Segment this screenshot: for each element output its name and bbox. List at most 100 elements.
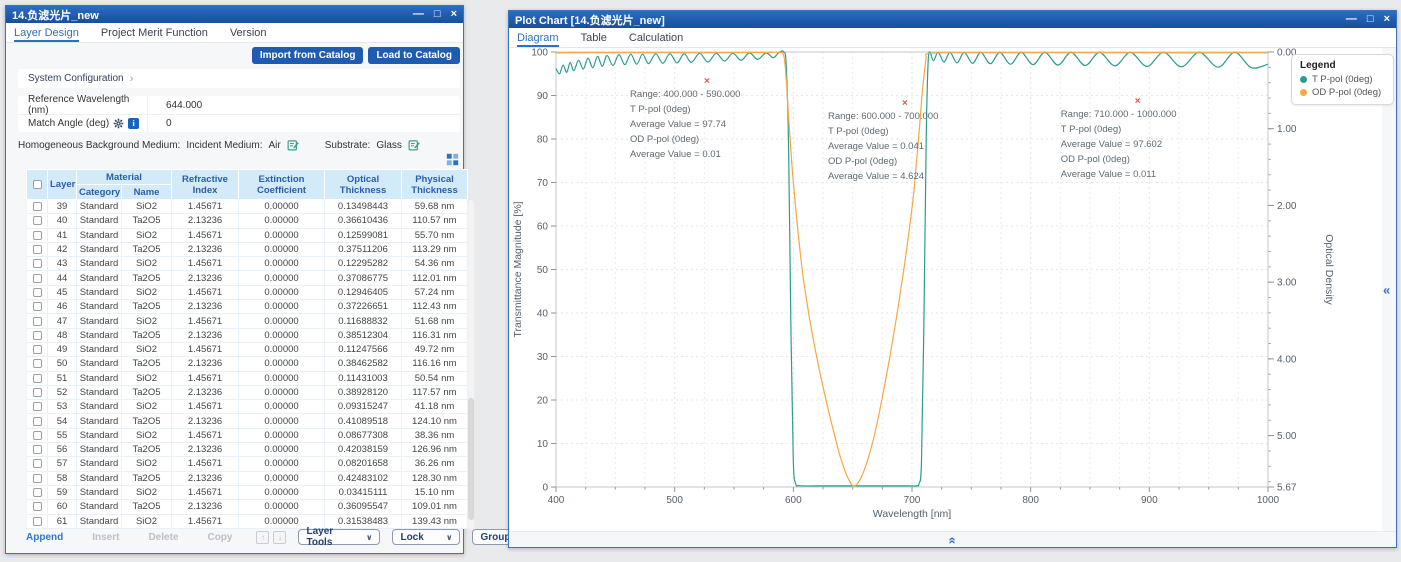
table-row[interactable]: 54StandardTa2O52.132360.000000.410895181… xyxy=(27,414,468,428)
table-cell[interactable]: 54 xyxy=(48,414,77,428)
collapse-panel-left-icon[interactable]: « xyxy=(1383,282,1390,297)
table-cell[interactable]: SiO2 xyxy=(122,257,172,271)
table-cell[interactable]: 112.01 nm xyxy=(402,271,468,285)
table-cell[interactable]: 2.13236 xyxy=(172,214,239,228)
table-row[interactable]: 47StandardSiO21.456710.000000.1168883251… xyxy=(27,314,468,328)
table-row[interactable]: 52StandardTa2O52.132360.000000.389281201… xyxy=(27,385,468,399)
row-checkbox[interactable] xyxy=(33,402,42,411)
maximize-button[interactable]: □ xyxy=(1367,14,1374,25)
edit-substrate-icon[interactable] xyxy=(408,139,420,151)
gear-icon[interactable] xyxy=(113,118,124,129)
row-checkbox[interactable] xyxy=(33,231,42,240)
table-cell[interactable]: 0.00000 xyxy=(239,428,325,442)
table-cell[interactable]: 0.00000 xyxy=(239,200,325,214)
table-cell[interactable]: 0.13498443 xyxy=(325,200,402,214)
table-cell[interactable]: 2.13236 xyxy=(172,271,239,285)
layer-tools-dropdown[interactable]: Layer Tools ∨ xyxy=(298,529,380,545)
table-cell[interactable]: 0.00000 xyxy=(239,314,325,328)
table-row[interactable]: 59StandardSiO21.456710.000000.0341511115… xyxy=(27,485,468,499)
table-cell[interactable]: SiO2 xyxy=(122,428,172,442)
table-cell[interactable]: Standard xyxy=(77,485,122,499)
table-cell[interactable]: Ta2O5 xyxy=(122,271,172,285)
table-cell[interactable]: 0.00000 xyxy=(239,443,325,457)
table-cell[interactable]: 1.45671 xyxy=(172,228,239,242)
table-cell[interactable]: 47 xyxy=(48,314,77,328)
lock-dropdown[interactable]: Lock ∨ xyxy=(392,529,460,545)
table-cell[interactable]: 0.00000 xyxy=(239,242,325,256)
table-cell[interactable]: 0.00000 xyxy=(239,342,325,356)
table-cell[interactable]: 42 xyxy=(48,242,77,256)
table-row[interactable]: 55StandardSiO21.456710.000000.0867730838… xyxy=(27,428,468,442)
table-cell[interactable]: 116.31 nm xyxy=(402,328,468,342)
table-cell[interactable]: 41.18 nm xyxy=(402,400,468,414)
table-cell[interactable]: 1.45671 xyxy=(172,342,239,356)
table-cell[interactable]: 49 xyxy=(48,342,77,356)
table-cell[interactable]: 54.36 nm xyxy=(402,257,468,271)
row-checkbox[interactable] xyxy=(33,202,42,211)
collapse-panel-up-icon[interactable]: « xyxy=(945,537,960,544)
table-row[interactable]: 41StandardSiO21.456710.000000.1259908155… xyxy=(27,228,468,242)
table-cell[interactable]: Standard xyxy=(77,357,122,371)
col-header-optical-thickness[interactable]: Optical Thickness xyxy=(325,170,402,200)
table-cell[interactable]: Ta2O5 xyxy=(122,300,172,314)
table-cell[interactable]: 59 xyxy=(48,485,77,499)
tab-project-merit-function[interactable]: Project Merit Function xyxy=(101,23,208,42)
table-cell[interactable]: 58 xyxy=(48,471,77,485)
row-checkbox[interactable] xyxy=(33,216,42,225)
table-row[interactable]: 56StandardTa2O52.132360.000000.420381591… xyxy=(27,443,468,457)
table-cell[interactable]: 1.45671 xyxy=(172,400,239,414)
table-layout-icon[interactable] xyxy=(446,153,459,166)
table-scrollbar-thumb[interactable] xyxy=(468,398,474,520)
table-cell[interactable]: 0.37086775 xyxy=(325,271,402,285)
row-checkbox[interactable] xyxy=(33,417,42,426)
table-cell[interactable]: Standard xyxy=(77,514,122,528)
insert-button[interactable]: Insert xyxy=(92,532,119,543)
table-cell[interactable]: 0.00000 xyxy=(239,471,325,485)
table-cell[interactable]: 46 xyxy=(48,300,77,314)
row-checkbox[interactable] xyxy=(33,431,42,440)
row-checkbox[interactable] xyxy=(33,502,42,511)
table-cell[interactable]: Standard xyxy=(77,257,122,271)
row-checkbox[interactable] xyxy=(33,274,42,283)
row-checkbox[interactable] xyxy=(33,359,42,368)
table-cell[interactable]: 128.30 nm xyxy=(402,471,468,485)
table-cell[interactable]: Ta2O5 xyxy=(122,385,172,399)
table-cell[interactable]: 59.68 nm xyxy=(402,200,468,214)
table-row[interactable]: 46StandardTa2O52.132360.000000.372266511… xyxy=(27,300,468,314)
table-row[interactable]: 60StandardTa2O52.132360.000000.360955471… xyxy=(27,500,468,514)
table-cell[interactable]: SiO2 xyxy=(122,285,172,299)
table-cell[interactable]: 0.11688832 xyxy=(325,314,402,328)
edit-incident-medium-icon[interactable] xyxy=(287,139,299,151)
table-cell[interactable]: 0.41089518 xyxy=(325,414,402,428)
table-row[interactable]: 58StandardTa2O52.132360.000000.424831021… xyxy=(27,471,468,485)
table-cell[interactable]: 52 xyxy=(48,385,77,399)
table-cell[interactable]: Standard xyxy=(77,457,122,471)
table-cell[interactable]: 43 xyxy=(48,257,77,271)
table-cell[interactable]: Ta2O5 xyxy=(122,500,172,514)
table-row[interactable]: 51StandardSiO21.456710.000000.1143100350… xyxy=(27,371,468,385)
table-row[interactable]: 50StandardTa2O52.132360.000000.384625821… xyxy=(27,357,468,371)
table-cell[interactable]: SiO2 xyxy=(122,200,172,214)
table-cell[interactable]: 0.38462582 xyxy=(325,357,402,371)
table-row[interactable]: 45StandardSiO21.456710.000000.1294640557… xyxy=(27,285,468,299)
table-cell[interactable]: 56 xyxy=(48,443,77,457)
table-cell[interactable]: 1.45671 xyxy=(172,200,239,214)
move-up-button[interactable]: ↑ xyxy=(256,531,269,544)
table-cell[interactable]: 15.10 nm xyxy=(402,485,468,499)
table-cell[interactable]: 0.00000 xyxy=(239,271,325,285)
table-cell[interactable]: 0.38928120 xyxy=(325,385,402,399)
table-cell[interactable]: 1.45671 xyxy=(172,428,239,442)
tab-layer-design[interactable]: Layer Design xyxy=(14,23,79,42)
load-to-catalog-button[interactable]: Load to Catalog xyxy=(368,47,460,64)
row-checkbox[interactable] xyxy=(33,474,42,483)
tab-table[interactable]: Table xyxy=(581,28,607,47)
table-cell[interactable]: Ta2O5 xyxy=(122,328,172,342)
table-cell[interactable]: Standard xyxy=(77,414,122,428)
legend-entry[interactable]: T P-pol (0deg) xyxy=(1300,74,1385,85)
col-header-physical-thickness[interactable]: Physical Thickness xyxy=(402,170,468,200)
table-cell[interactable]: 41 xyxy=(48,228,77,242)
table-row[interactable]: 42StandardTa2O52.132360.000000.375112061… xyxy=(27,242,468,256)
table-cell[interactable]: 117.57 nm xyxy=(402,385,468,399)
table-cell[interactable]: 0.37226651 xyxy=(325,300,402,314)
col-header-refractive-index[interactable]: Refractive Index xyxy=(172,170,239,200)
